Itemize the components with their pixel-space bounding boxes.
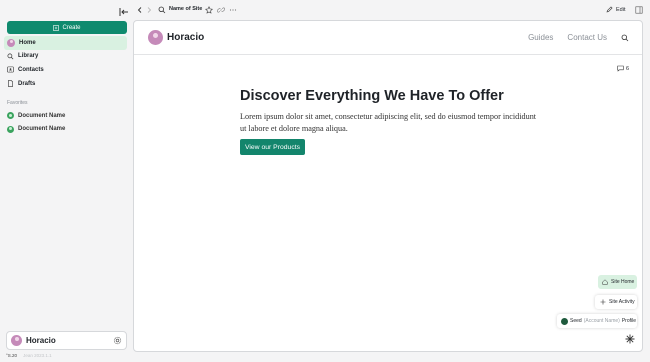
search-icon[interactable] <box>621 34 629 42</box>
sidebar-nav: Home Library Contacts Drafts <box>4 36 127 90</box>
panel-toggle-icon[interactable] <box>635 6 643 14</box>
back-arrow-icon[interactable] <box>136 6 144 14</box>
favorite-item[interactable]: Document Name <box>4 109 127 123</box>
sidebar-item-home[interactable]: Home <box>4 36 127 50</box>
star-icon[interactable] <box>205 6 213 14</box>
document-icon <box>8 80 13 87</box>
forward-arrow-icon[interactable] <box>145 6 153 14</box>
sidebar-item-drafts[interactable]: Drafts <box>4 77 127 91</box>
comment-icon <box>617 65 624 72</box>
favorite-item-label: Document Name <box>18 112 66 119</box>
comment-count: 6 <box>626 65 630 72</box>
user-card[interactable]: Horacio <box>6 331 127 350</box>
contacts-icon <box>7 67 14 73</box>
pencil-icon <box>606 6 613 13</box>
sidebar-item-contacts[interactable]: Contacts <box>4 63 127 77</box>
search-icon <box>7 53 14 60</box>
sidebar-item-label: Contacts <box>18 66 44 73</box>
avatar <box>11 335 22 346</box>
document-avatar-icon <box>7 112 14 120</box>
profile-button[interactable]: Seed (Account Name) Profile <box>557 314 637 328</box>
create-button[interactable]: Create <box>7 21 127 34</box>
brand-logo <box>148 30 163 45</box>
sidebar-item-label: Library <box>18 53 39 60</box>
site-nav-contact[interactable]: Contact Us <box>567 33 607 42</box>
home-avatar-icon <box>7 38 15 47</box>
sidebar-item-label: Home <box>19 39 36 46</box>
user-name: Horacio <box>26 336 56 345</box>
profile-prefix: Seed <box>570 318 582 324</box>
document-plus-icon <box>53 24 60 31</box>
profile-suffix: Profile <box>621 318 636 324</box>
favorites-list: Document Name Document Name <box>4 109 127 136</box>
favorite-item-label: Document Name <box>18 126 66 133</box>
site-name: Name of Site <box>169 6 203 12</box>
hero-title: Discover Everything We Have To Offer <box>240 88 504 104</box>
document-avatar-icon <box>7 125 14 133</box>
sparkle-icon <box>600 299 606 305</box>
sidebar: Create Home Library Contacts Drafts Favo… <box>0 0 133 362</box>
site-nav: Guides Contact Us <box>528 33 629 42</box>
collapse-sidebar-icon[interactable] <box>118 5 130 17</box>
profile-account: (Account Name) <box>583 318 620 324</box>
hero-text: Lorem ipsum dolor sit amet, consectetur … <box>240 112 537 133</box>
site-nav-guides[interactable]: Guides <box>528 33 553 42</box>
create-label: Create <box>62 24 81 31</box>
version-faint: Jean 2023.1.1 <box>23 353 52 358</box>
more-icon[interactable] <box>229 6 237 14</box>
site-activity-label: Site Activity <box>609 299 635 305</box>
site-home-button[interactable]: Site Home <box>598 275 637 289</box>
home-icon <box>602 279 608 285</box>
brand-name: Horacio <box>167 32 205 43</box>
version-number: °S.20 <box>6 353 18 358</box>
site-brand[interactable]: Horacio <box>148 30 204 45</box>
link-icon[interactable] <box>217 6 225 14</box>
top-bar: Name of Site Edit <box>133 0 650 20</box>
edit-label: Edit <box>616 6 626 13</box>
site-header: Horacio Guides Contact Us <box>134 21 642 55</box>
edit-button[interactable]: Edit <box>606 6 625 13</box>
view-products-button[interactable]: View our Products <box>240 139 305 155</box>
asterisk-menu-icon[interactable] <box>625 334 635 344</box>
comments-button[interactable]: 6 <box>617 65 629 72</box>
version-label: °S.20 Jean 2023.1.1 <box>6 353 52 358</box>
sidebar-item-library[interactable]: Library <box>4 50 127 64</box>
seed-avatar-icon <box>561 317 568 325</box>
site-preview: Horacio Guides Contact Us 6 Discover Eve… <box>133 20 643 352</box>
site-home-label: Site Home <box>611 279 635 285</box>
favorites-heading: Favorites <box>7 100 28 106</box>
gear-icon[interactable] <box>113 336 122 345</box>
search-icon[interactable] <box>158 6 166 14</box>
favorite-item[interactable]: Document Name <box>4 123 127 137</box>
site-activity-button[interactable]: Site Activity <box>595 295 637 309</box>
sidebar-item-label: Drafts <box>18 80 36 87</box>
